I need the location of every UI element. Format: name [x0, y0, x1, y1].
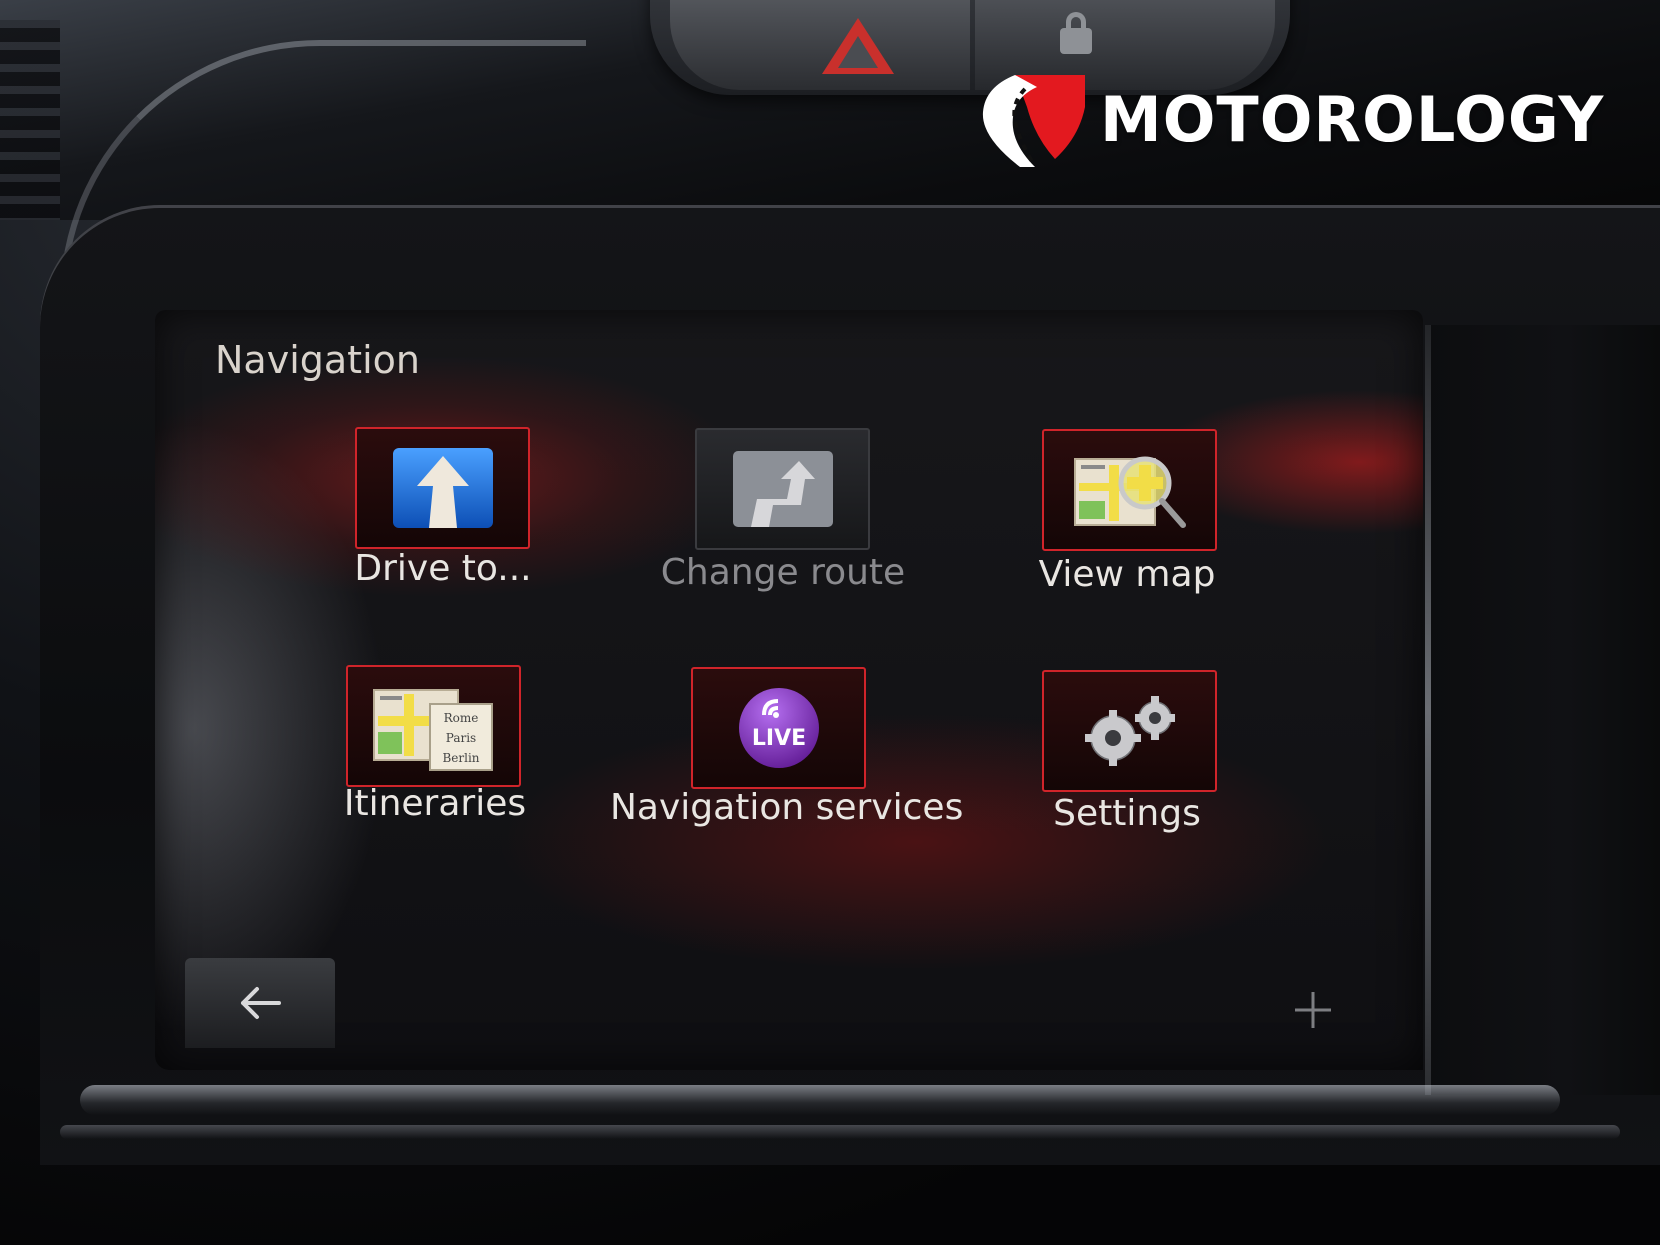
lock-icon — [1060, 28, 1092, 54]
bezel-right-edge — [1425, 325, 1431, 1095]
bezel-bottom-glare-lower — [60, 1125, 1620, 1139]
bezel-bottom-glare — [80, 1085, 1560, 1115]
view-map-button[interactable] — [1042, 429, 1217, 551]
back-button[interactable] — [185, 958, 335, 1048]
watermark: MOTOROLOGY — [975, 64, 1604, 174]
view-map-icon — [1073, 456, 1186, 528]
hazard-triangle-inner — [838, 36, 878, 68]
settings-button[interactable] — [1042, 670, 1217, 792]
car-dashboard-photo: MOTOROLOGY Navigation Drive to... Change… — [0, 0, 1660, 1245]
air-vent — [0, 20, 60, 220]
itinerary-city-3: Berlin — [442, 751, 479, 765]
drive-to-button[interactable] — [355, 427, 530, 549]
page-title: Navigation — [215, 338, 420, 382]
motorology-logo-icon — [982, 74, 1085, 167]
change-route-icon — [732, 451, 833, 527]
drive-to-arrow-icon — [392, 448, 493, 528]
drive-to-label: Drive to... — [354, 548, 532, 589]
view-map-label: View map — [1038, 554, 1216, 595]
hazard-button[interactable] — [670, 0, 970, 90]
itineraries-button[interactable]: Rome Paris Berlin — [346, 665, 521, 787]
motorology-wordmark: MOTOROLOGY — [1100, 82, 1605, 156]
plus-icon[interactable] — [1293, 990, 1333, 1030]
change-route-button[interactable] — [695, 428, 870, 550]
bezel-right-panel — [1425, 325, 1660, 1095]
infotainment-screen: Navigation Drive to... Change route View… — [155, 310, 1423, 1070]
itineraries-icon: Rome Paris Berlin — [372, 689, 493, 771]
change-route-label: Change route — [660, 552, 906, 593]
back-arrow-icon — [241, 987, 281, 1019]
navigation-services-label: Navigation services — [610, 787, 964, 828]
settings-label: Settings — [1053, 793, 1201, 834]
itinerary-city-1: Rome — [443, 711, 478, 725]
settings-gears-icon — [1084, 696, 1175, 766]
live-badge-text: LIVE — [751, 726, 805, 751]
itineraries-label: Itineraries — [343, 783, 527, 824]
live-services-icon: LIVE — [738, 688, 819, 768]
navigation-services-button[interactable]: LIVE — [691, 667, 866, 789]
itinerary-city-2: Paris — [445, 731, 475, 745]
